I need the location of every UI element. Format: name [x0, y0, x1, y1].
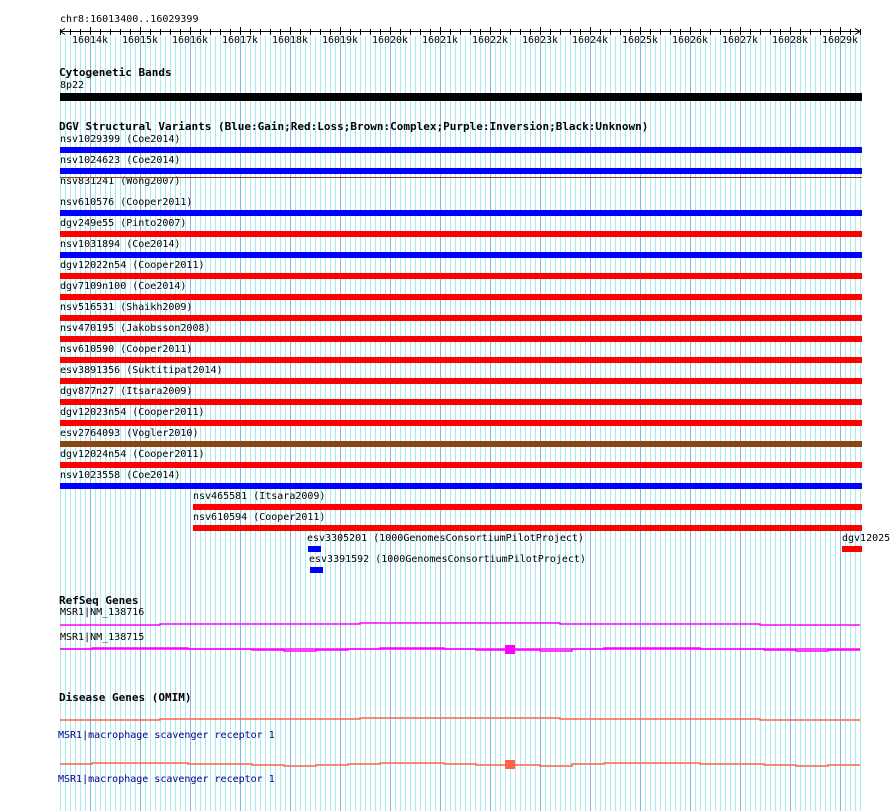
- ruler-tick-label: 16020k: [371, 35, 409, 46]
- refseq-track-title: RefSeq Genes: [59, 594, 139, 607]
- dgv-track-title: DGV Structural Variants (Blue:Gain;Red:L…: [59, 120, 649, 133]
- variant-bar[interactable]: [60, 273, 862, 279]
- variant-bar[interactable]: [60, 441, 862, 447]
- variant-label[interactable]: dgv12025: [842, 533, 890, 545]
- variant-label[interactable]: nsv1031894 (Coe2014): [60, 239, 180, 251]
- variant-label[interactable]: nsv1023558 (Coe2014): [60, 470, 180, 482]
- variant-bar[interactable]: [310, 567, 323, 573]
- variant-label[interactable]: nsv610590 (Cooper2011): [60, 344, 192, 356]
- variant-label[interactable]: esv3891356 (Suktitipat2014): [60, 365, 223, 377]
- variant-label[interactable]: dgv7109n100 (Coe2014): [60, 281, 186, 293]
- ruler-tick-label: 16015k: [121, 35, 159, 46]
- variant-label[interactable]: esv3305201 (1000GenomesConsortiumPilotPr…: [307, 533, 584, 545]
- variant-bar[interactable]: [60, 168, 862, 174]
- ruler-tick-label: 16021k: [421, 35, 459, 46]
- variant-label[interactable]: dgv12023n54 (Cooper2011): [60, 407, 205, 419]
- variant-label[interactable]: nsv1024623 (Coe2014): [60, 155, 180, 167]
- variant-bar[interactable]: [60, 231, 862, 237]
- variant-label[interactable]: nsv516531 (Shaikh2009): [60, 302, 192, 314]
- ruler-tick-label: 16016k: [171, 35, 209, 46]
- variant-label[interactable]: dgv12024n54 (Cooper2011): [60, 449, 205, 461]
- variant-bar[interactable]: [842, 546, 862, 552]
- variant-bar[interactable]: [60, 252, 862, 258]
- variant-label[interactable]: nsv610594 (Cooper2011): [193, 512, 325, 524]
- ruler-tick-label: 16025k: [621, 35, 659, 46]
- variant-bar[interactable]: [60, 462, 862, 468]
- variant-label[interactable]: esv3391592 (1000GenomesConsortiumPilotPr…: [309, 554, 586, 566]
- ruler-tick-label: 16027k: [721, 35, 759, 46]
- cyto-band-label: 8p22: [60, 80, 85, 91]
- variant-bar[interactable]: [308, 546, 321, 552]
- variant-bar[interactable]: [60, 294, 862, 300]
- variant-label[interactable]: nsv470195 (Jakobsson2008): [60, 323, 211, 335]
- ruler-tick-label: 16019k: [321, 35, 359, 46]
- variant-bar[interactable]: [60, 420, 862, 426]
- refseq-gene-line-exon: [505, 645, 515, 654]
- variant-label[interactable]: nsv610576 (Cooper2011): [60, 197, 192, 209]
- ruler-tick-label: 16014k: [71, 35, 109, 46]
- variant-label[interactable]: nsv465581 (Itsara2009): [193, 491, 325, 503]
- variant-bar[interactable]: [60, 357, 862, 363]
- variant-bar[interactable]: [60, 210, 862, 216]
- variant-bar[interactable]: [60, 483, 862, 489]
- variant-bar[interactable]: [60, 336, 862, 342]
- variant-bar[interactable]: [193, 525, 862, 531]
- variant-label[interactable]: dgv249e55 (Pinto2007): [60, 218, 186, 230]
- location-label: chr8:16013400..16029399: [60, 14, 199, 25]
- cyto-band-bar[interactable]: [60, 93, 862, 101]
- variant-bar[interactable]: [60, 315, 862, 321]
- ruler-tick-label: 16024k: [571, 35, 609, 46]
- variant-label[interactable]: nsv1029399 (Coe2014): [60, 134, 180, 146]
- variant-bar[interactable]: [60, 399, 862, 405]
- ruler-tick-label: 16026k: [671, 35, 709, 46]
- omim-track-title: Disease Genes (OMIM): [59, 691, 192, 704]
- ruler-tick-label: 16028k: [771, 35, 809, 46]
- variant-bar[interactable]: [60, 147, 862, 153]
- cyto-track-title: Cytogenetic Bands: [59, 66, 172, 79]
- ruler-tick-label: 16017k: [221, 35, 259, 46]
- refseq-gene-label[interactable]: MSR1|NM_138715: [60, 632, 144, 644]
- ruler-tick-label: 16022k: [471, 35, 509, 46]
- variant-label[interactable]: dgv877n27 (Itsara2009): [60, 386, 192, 398]
- variant-label[interactable]: dgv12022n54 (Cooper2011): [60, 260, 205, 272]
- omim-gene-link[interactable]: MSR1|macrophage scavenger receptor 1: [58, 730, 275, 742]
- refseq-gene-label[interactable]: MSR1|NM_138716: [60, 607, 144, 619]
- ruler-tick-label: 16018k: [271, 35, 309, 46]
- omim-gene-link[interactable]: MSR1|macrophage scavenger receptor 1: [58, 774, 275, 786]
- omim-gene-line-exon: [505, 760, 515, 769]
- ruler-tick-label: 16029k: [821, 35, 859, 46]
- variant-bar[interactable]: [60, 177, 862, 178]
- variant-bar[interactable]: [60, 378, 862, 384]
- genome-browser-view: chr8:16013400..16029399 16014k 16015k 1601…: [0, 0, 890, 811]
- variant-bar[interactable]: [193, 504, 862, 510]
- ruler-tick-label: 16023k: [521, 35, 559, 46]
- variant-label[interactable]: esv2764093 (Vogler2010): [60, 428, 198, 440]
